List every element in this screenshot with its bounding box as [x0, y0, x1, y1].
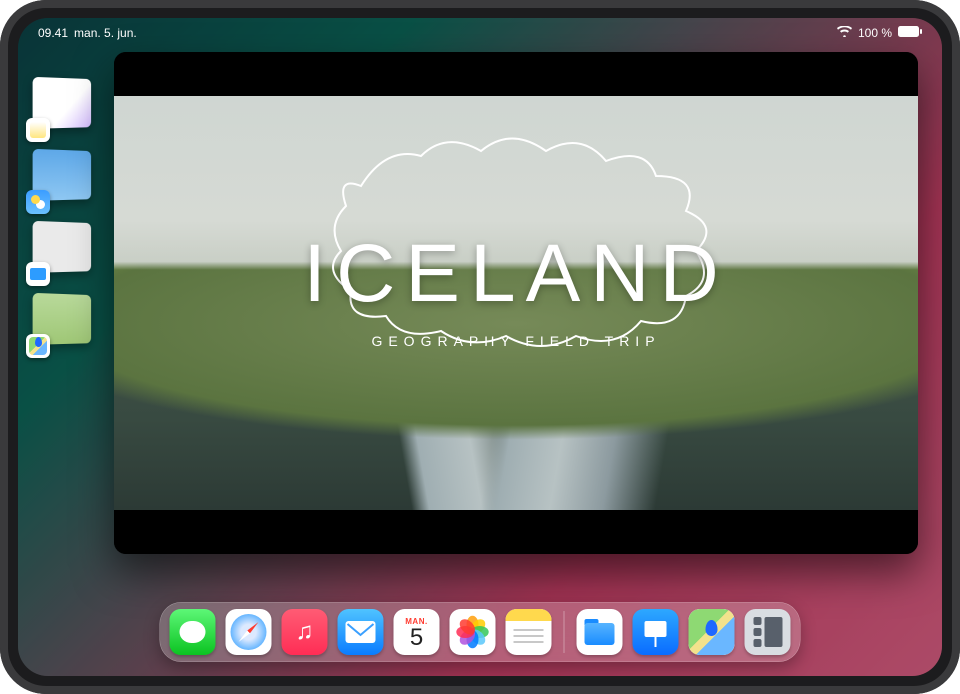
- status-bar: 09.41 man. 5. jun. 100 %: [18, 22, 942, 44]
- stage-item-maps[interactable]: [30, 294, 100, 352]
- status-date: man. 5. jun.: [74, 26, 137, 40]
- dock-files[interactable]: [577, 609, 623, 655]
- status-time: 09.41: [38, 26, 68, 40]
- dock-music[interactable]: [282, 609, 328, 655]
- keynote-slide: ICELAND GEOGRAPHY FIELD TRIP: [114, 96, 918, 510]
- stage-item-files[interactable]: [30, 222, 100, 280]
- keynote-presentation-window[interactable]: ICELAND GEOGRAPHY FIELD TRIP: [114, 52, 918, 554]
- stage-item-notes[interactable]: [30, 78, 100, 136]
- status-battery-text: 100 %: [858, 26, 892, 40]
- dock-photos[interactable]: [450, 609, 496, 655]
- dock-keynote[interactable]: [633, 609, 679, 655]
- maps-app-icon: [26, 334, 50, 358]
- calendar-day: 5: [410, 626, 423, 650]
- weather-app-icon: [26, 190, 50, 214]
- wifi-icon: [837, 26, 852, 40]
- dock-notes[interactable]: [506, 609, 552, 655]
- slide-title: ICELAND: [303, 227, 728, 321]
- dock-calendar[interactable]: Man. 5: [394, 609, 440, 655]
- dock: Man. 5: [160, 602, 801, 662]
- dock-messages[interactable]: [170, 609, 216, 655]
- ipad-frame: 09.41 man. 5. jun. 100 %: [0, 0, 960, 694]
- files-app-icon: [26, 262, 50, 286]
- notes-app-icon: [26, 118, 50, 142]
- dock-separator: [564, 611, 565, 653]
- stage-manager-strip: [26, 68, 104, 566]
- letterbox-bottom: [114, 510, 918, 554]
- screen: 09.41 man. 5. jun. 100 %: [18, 18, 942, 676]
- dock-safari[interactable]: [226, 609, 272, 655]
- battery-icon: [898, 26, 922, 40]
- letterbox-top: [114, 52, 918, 96]
- dock-stage-manager[interactable]: [745, 609, 791, 655]
- stage-item-weather[interactable]: [30, 150, 100, 208]
- dock-mail[interactable]: [338, 609, 384, 655]
- dock-maps[interactable]: [689, 609, 735, 655]
- slide-subtitle: GEOGRAPHY FIELD TRIP: [371, 333, 660, 349]
